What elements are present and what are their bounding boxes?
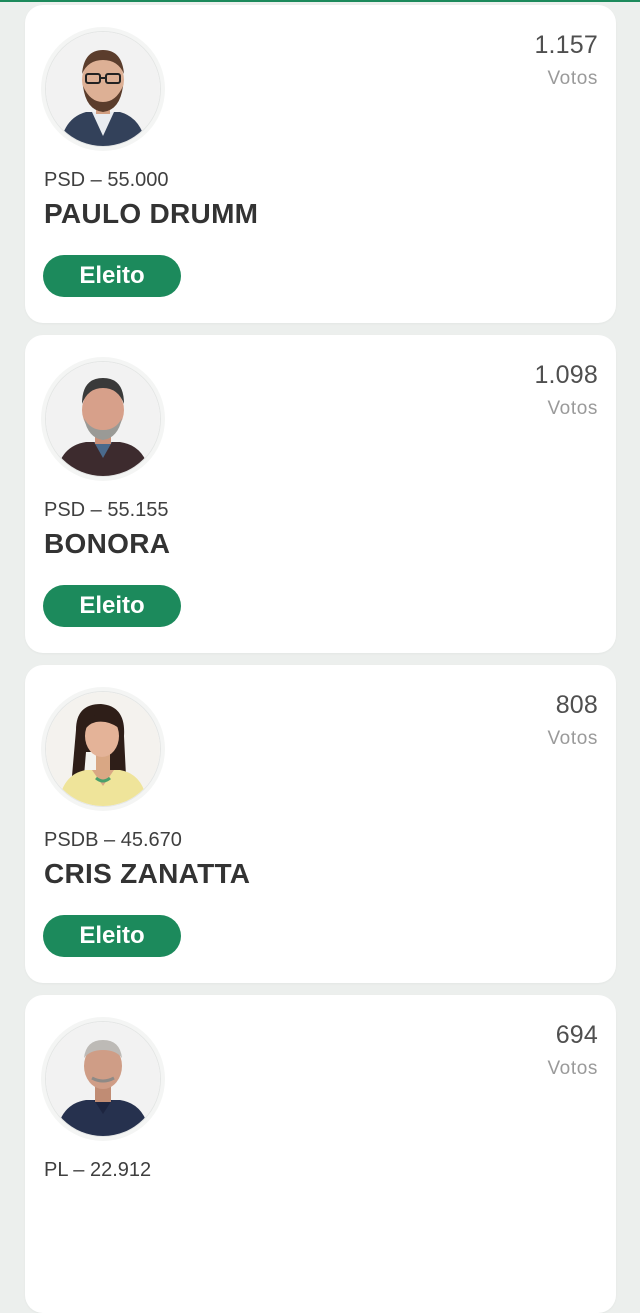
vote-count: 1.098 [534, 361, 598, 389]
party-and-number: PL – 22.912 [44, 1159, 152, 1181]
candidate-photo [45, 691, 161, 807]
vote-count-label: Votos [547, 398, 598, 419]
elected-status-badge: Eleito [43, 255, 181, 297]
candidate-name: CRIS ZANATTA [44, 858, 251, 889]
elected-status-badge: Eleito [43, 585, 181, 627]
vote-count-label: Votos [547, 68, 598, 89]
candidate-card[interactable]: 1.098 Votos PSD – 55.155 BONORA Eleito [25, 335, 616, 653]
candidate-photo [45, 1021, 161, 1137]
vote-count-label: Votos [547, 728, 598, 749]
header-accent-bar [0, 0, 640, 2]
candidate-card[interactable]: 808 Votos PSDB – 45.670 CRIS ZANATTA Ele… [25, 665, 616, 983]
candidate-photo [45, 361, 161, 477]
candidate-photo-man-gray-beard-icon [46, 362, 160, 476]
vote-count-label: Votos [547, 1058, 598, 1079]
candidate-photo [45, 31, 161, 147]
party-and-number: PSD – 55.000 [44, 169, 169, 191]
candidate-photo-woman-yellow-blouse-icon [46, 692, 160, 806]
vote-count: 808 [555, 691, 598, 719]
elected-status-badge: Eleito [43, 915, 181, 957]
candidate-photo-man-glasses-beard-icon [46, 32, 160, 146]
vote-count: 694 [555, 1021, 598, 1049]
candidate-card[interactable]: 694 Votos PL – 22.912 [25, 995, 616, 1313]
candidate-name: PAULO DRUMM [44, 198, 259, 229]
party-and-number: PSD – 55.155 [44, 499, 169, 521]
candidate-name: BONORA [44, 528, 171, 559]
candidate-card[interactable]: 1.157 Votos PSD – 55.000 PAULO DRUMM Ele… [25, 5, 616, 323]
candidate-photo-older-man-navy-shirt-icon [46, 1022, 160, 1136]
vote-count: 1.157 [534, 31, 598, 59]
party-and-number: PSDB – 45.670 [44, 829, 182, 851]
